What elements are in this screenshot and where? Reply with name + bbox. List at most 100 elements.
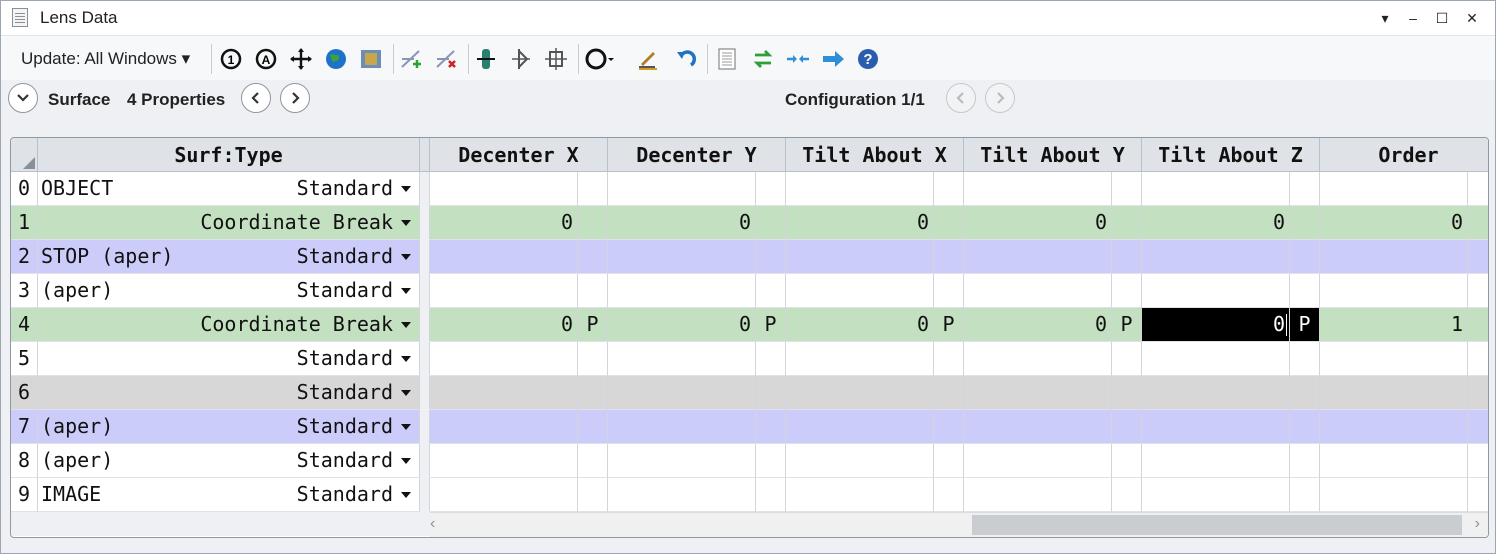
value-cell[interactable]: 0 <box>1142 206 1290 240</box>
solve-cell[interactable] <box>756 444 786 478</box>
solve-cell[interactable]: P <box>1290 308 1320 342</box>
solve-cell[interactable] <box>1290 478 1320 512</box>
solve-cell[interactable] <box>756 240 786 274</box>
value-cell[interactable] <box>608 410 756 444</box>
value-cell[interactable] <box>964 376 1112 410</box>
window-menu-button[interactable]: ▾ <box>1373 7 1397 29</box>
value-cell[interactable] <box>430 172 578 206</box>
solve-cell[interactable] <box>1112 274 1142 308</box>
help-icon[interactable]: ? <box>856 47 880 71</box>
type-dropdown-icon[interactable] <box>401 356 411 362</box>
value-cell[interactable] <box>1320 342 1468 376</box>
solve-cell[interactable] <box>578 342 608 376</box>
select-all-corner[interactable] <box>11 138 38 172</box>
value-cell[interactable]: 0 <box>1142 308 1290 342</box>
solve-cell[interactable] <box>1112 410 1142 444</box>
value-cell[interactable]: 1 <box>1320 308 1468 342</box>
value-cell[interactable] <box>430 478 578 512</box>
surface-type-cell[interactable]: (aper) Standard <box>38 274 420 308</box>
solve-cell[interactable] <box>1290 444 1320 478</box>
value-cell[interactable]: 0 <box>964 206 1112 240</box>
solve-cell[interactable] <box>1112 444 1142 478</box>
solve-cell[interactable] <box>1290 342 1320 376</box>
column-header[interactable]: Decenter X <box>430 138 608 172</box>
row-number[interactable]: 6 <box>11 376 38 410</box>
solve-cell[interactable]: P <box>756 308 786 342</box>
surface-type-cell[interactable]: (aper) Standard <box>38 444 420 478</box>
value-cell[interactable]: 0 <box>608 308 756 342</box>
delete-surface-icon[interactable] <box>434 47 458 71</box>
solve-cell[interactable] <box>934 342 964 376</box>
value-cell[interactable]: 0 <box>430 206 578 240</box>
aperture-dropdown-icon[interactable] <box>585 47 614 71</box>
solve-cell[interactable] <box>1290 376 1320 410</box>
solve-cell[interactable] <box>1112 240 1142 274</box>
solve-cell[interactable] <box>578 172 608 206</box>
scroll-left-icon[interactable]: ‹ <box>430 515 435 533</box>
mirror-icon[interactable] <box>509 47 533 71</box>
close-button[interactable]: ✕ <box>1460 7 1484 29</box>
surface-type-cell[interactable]: STOP (aper) Standard <box>38 240 420 274</box>
solve-cell[interactable] <box>1290 172 1320 206</box>
solve-cell[interactable] <box>1468 444 1488 478</box>
value-cell[interactable]: 0 <box>430 308 578 342</box>
value-cell[interactable]: 0 <box>608 206 756 240</box>
solve-cell[interactable] <box>578 478 608 512</box>
update-dropdown[interactable]: Update: All Windows ▾ <box>21 49 190 69</box>
row-number[interactable]: 1 <box>11 206 38 240</box>
solve-cell[interactable] <box>578 410 608 444</box>
solve-cell[interactable] <box>578 376 608 410</box>
value-cell[interactable] <box>608 172 756 206</box>
value-cell[interactable] <box>1142 444 1290 478</box>
value-cell[interactable] <box>964 410 1112 444</box>
value-cell[interactable] <box>964 274 1112 308</box>
globe-icon[interactable] <box>324 47 348 71</box>
value-cell[interactable] <box>608 444 756 478</box>
row-number[interactable]: 0 <box>11 172 38 206</box>
solve-cell[interactable] <box>756 376 786 410</box>
value-cell[interactable] <box>1320 478 1468 512</box>
value-cell[interactable] <box>1142 172 1290 206</box>
solve-cell[interactable] <box>934 172 964 206</box>
surface-type-cell[interactable]: Coordinate Break <box>38 206 420 240</box>
scrollbar-thumb[interactable] <box>972 515 1462 535</box>
column-header[interactable]: Tilt About X <box>786 138 964 172</box>
edit-tool-icon[interactable] <box>635 47 659 71</box>
surface-type-cell[interactable]: OBJECT Standard <box>38 172 420 206</box>
column-header[interactable]: Order <box>1320 138 1488 172</box>
solve-cell[interactable] <box>934 410 964 444</box>
value-cell[interactable] <box>1320 444 1468 478</box>
value-cell[interactable] <box>964 240 1112 274</box>
solve-cell[interactable] <box>1468 240 1488 274</box>
value-cell[interactable] <box>786 274 934 308</box>
move-cross-icon[interactable] <box>289 47 313 71</box>
undo-arrow-icon[interactable] <box>673 47 697 71</box>
value-cell[interactable] <box>608 240 756 274</box>
type-dropdown-icon[interactable] <box>401 458 411 464</box>
solve-cell[interactable] <box>756 206 786 240</box>
value-cell[interactable] <box>786 172 934 206</box>
value-cell[interactable] <box>430 240 578 274</box>
value-cell[interactable] <box>786 376 934 410</box>
update-all-windows-icon[interactable]: A <box>254 47 278 71</box>
value-cell[interactable] <box>964 172 1112 206</box>
value-cell[interactable] <box>1142 410 1290 444</box>
surface-type-cell[interactable]: (aper) Standard <box>38 410 420 444</box>
type-dropdown-icon[interactable] <box>401 254 411 260</box>
row-number[interactable]: 4 <box>11 308 38 342</box>
solve-cell[interactable] <box>1290 274 1320 308</box>
solve-cell[interactable] <box>1468 172 1488 206</box>
value-cell[interactable] <box>1320 240 1468 274</box>
row-number[interactable]: 8 <box>11 444 38 478</box>
solve-cell[interactable] <box>1468 376 1488 410</box>
value-cell[interactable] <box>430 342 578 376</box>
type-dropdown-icon[interactable] <box>401 288 411 294</box>
value-cell[interactable] <box>1142 274 1290 308</box>
column-header[interactable]: Tilt About Z <box>1142 138 1320 172</box>
solve-cell[interactable] <box>578 444 608 478</box>
lens-element-icon[interactable] <box>474 47 498 71</box>
solve-cell[interactable] <box>1112 376 1142 410</box>
solve-cell[interactable] <box>1468 206 1488 240</box>
value-cell[interactable] <box>964 342 1112 376</box>
value-cell[interactable] <box>1320 376 1468 410</box>
